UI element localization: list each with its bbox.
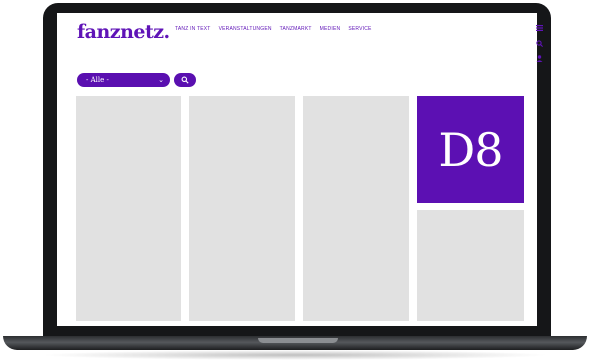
nav-item-medien[interactable]: MEDIEN	[320, 26, 341, 32]
chevron-down-icon: ⌄	[158, 76, 164, 84]
menu-icon[interactable]	[536, 25, 543, 33]
site-logo[interactable]: fanznetz.	[77, 21, 170, 43]
nav-item-tanzmarkt[interactable]: TANZMARKT	[280, 26, 312, 32]
filter-selected-value: - Alle -	[86, 76, 109, 84]
nav-item-tanz-in-text[interactable]: TANZ IN TEXT	[175, 26, 211, 32]
nav-item-veranstaltungen[interactable]: VERANSTALTUNGEN	[219, 26, 272, 32]
filter-search-button[interactable]	[174, 73, 196, 87]
content-tile[interactable]	[76, 96, 181, 321]
laptop-notch	[258, 338, 338, 343]
search-icon	[181, 76, 189, 84]
category-filter-select[interactable]: - Alle - ⌄	[77, 73, 170, 87]
search-icon[interactable]	[536, 40, 543, 49]
laptop-shadow	[40, 350, 550, 360]
main-nav: TANZ IN TEXT VERANSTALTUNGEN TANZMARKT M…	[175, 26, 372, 32]
ad-label: D8	[438, 122, 503, 177]
nav-item-service[interactable]: SERVICE	[348, 26, 371, 32]
user-icon[interactable]	[536, 55, 543, 64]
content-tile[interactable]	[417, 210, 524, 321]
content-tile[interactable]	[189, 96, 295, 321]
content-tile[interactable]	[303, 96, 409, 321]
ad-banner-d8[interactable]: D8	[417, 96, 524, 203]
